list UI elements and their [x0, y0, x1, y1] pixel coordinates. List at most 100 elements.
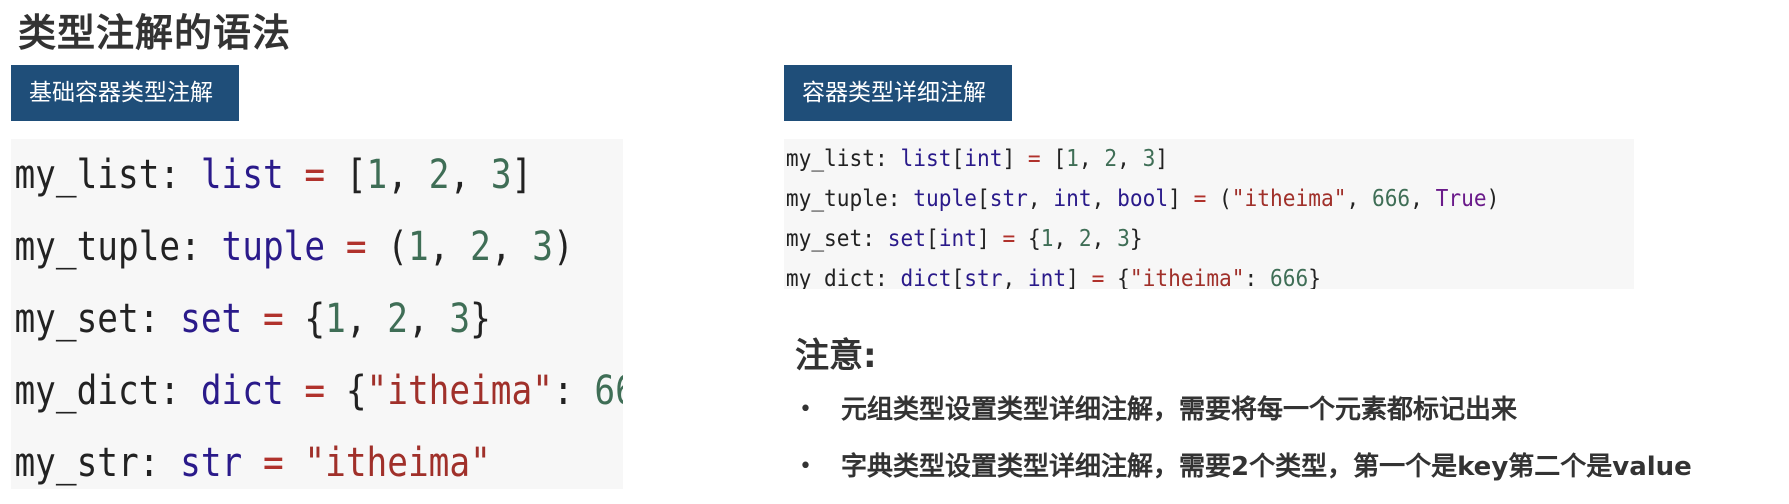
code-token: ) — [552, 224, 574, 270]
code-token: [ — [1053, 146, 1067, 172]
code-token: = — [1015, 146, 1054, 172]
code-token: my_dict — [785, 266, 876, 289]
code-token: my_list — [14, 152, 160, 198]
code-token: [ — [951, 146, 965, 172]
code-token: 2 — [470, 224, 491, 270]
detailed-container-annotation-label: 容器类型详细注解 — [784, 65, 1012, 121]
code-token: set — [887, 226, 926, 252]
code-token: , — [345, 296, 388, 342]
code-token: my_dict — [14, 368, 160, 414]
code-token: , — [1410, 186, 1436, 212]
code-token: , — [1053, 226, 1079, 252]
code-token: , — [1078, 146, 1105, 172]
code-token: ] — [1066, 266, 1079, 289]
code-token: , — [1027, 186, 1054, 212]
code-token: 1 — [366, 152, 388, 198]
code-line: my_tuple: tuple = (1, 2, 3) — [11, 211, 573, 283]
code-token: { — [345, 368, 367, 414]
code-token: = — [242, 440, 305, 486]
code-token: { — [1027, 226, 1041, 252]
code-token: list — [200, 152, 284, 198]
code-token: 3 — [449, 296, 471, 342]
code-token: } — [1129, 226, 1143, 252]
code-token: str — [989, 186, 1028, 212]
code-token: } — [1308, 266, 1321, 289]
code-token: : — [159, 152, 201, 198]
code-token: , — [387, 152, 429, 198]
code-token: bool — [1117, 186, 1169, 212]
code-token: my_tuple — [785, 186, 888, 212]
code-token: dict — [900, 266, 952, 289]
code-token: [ — [925, 226, 939, 252]
code-token: ) — [1486, 186, 1500, 212]
code-token: my_set — [785, 226, 863, 252]
code-token: = — [283, 368, 346, 414]
code-token: 2 — [1104, 146, 1118, 172]
code-token: = — [325, 224, 388, 270]
code-token: : — [180, 224, 222, 270]
code-token: [ — [976, 186, 990, 212]
note-item: • 字典类型设置类型详细注解，需要2个类型，第一个是key第二个是value — [795, 447, 1692, 504]
code-token: 2 — [387, 296, 408, 342]
code-token: : — [862, 226, 888, 252]
code-token: 3 — [490, 152, 512, 198]
code-token: 666 — [1270, 266, 1309, 289]
code-token: , — [490, 224, 533, 270]
code-token: 3 — [1142, 146, 1156, 172]
code-token: 1 — [407, 224, 429, 270]
code-line: my_set: set[int] = {1, 2, 3} — [784, 219, 1566, 259]
code-token: { — [1117, 266, 1130, 289]
code-token: , — [428, 224, 471, 270]
code-token: , — [449, 152, 491, 198]
code-token: list — [900, 146, 952, 172]
note-list: • 元组类型设置类型详细注解，需要将每一个元素都标记出来 • 字典类型设置类型详… — [795, 390, 1692, 504]
code-token: = — [1180, 186, 1220, 212]
code-token: : — [552, 368, 595, 414]
code-token: str — [180, 440, 243, 486]
code-token: "itheima" — [304, 440, 491, 486]
code-token: "itheima" — [366, 368, 553, 414]
code-token: [ — [345, 152, 367, 198]
bullet-icon: • — [799, 454, 812, 479]
code-token: = — [242, 296, 305, 342]
code-token: 3 — [532, 224, 553, 270]
code-token: : — [875, 266, 901, 289]
code-token: , — [1091, 186, 1118, 212]
code-token: ] — [1168, 186, 1181, 212]
code-token: int — [1053, 186, 1092, 212]
code-token: , — [1002, 266, 1028, 289]
code-token: = — [283, 152, 346, 198]
detailed-annotation-code-block: my_list: list[int] = [1, 2, 3] my_tuple: … — [784, 139, 1634, 289]
code-token: 3 — [1117, 226, 1130, 252]
code-token: ( — [387, 224, 408, 270]
code-token: , — [1091, 226, 1118, 252]
code-token: 1 — [1066, 146, 1079, 172]
code-token: [ — [951, 266, 965, 289]
code-line: my_list: list = [1, 2, 3] — [11, 139, 537, 211]
code-line: my_set: set = {1, 2, 3} — [11, 283, 537, 355]
code-token: { — [304, 296, 326, 342]
code-token: : — [875, 146, 901, 172]
code-token: my_tuple — [14, 224, 181, 270]
code-token: ] — [1002, 146, 1016, 172]
code-token: tuple — [913, 186, 977, 212]
code-token: set — [180, 296, 243, 342]
code-token: 1 — [325, 296, 346, 342]
code-token: , — [1117, 146, 1143, 172]
code-token: : — [1244, 266, 1271, 289]
code-token: : — [887, 186, 914, 212]
page-title: 类型注解的语法 — [18, 11, 292, 55]
note-item-text: 元组类型设置类型详细注解，需要将每一个元素都标记出来 — [841, 395, 1518, 425]
code-token: 666 — [594, 368, 623, 414]
code-token: True — [1435, 186, 1487, 212]
code-token: my_list — [785, 146, 876, 172]
code-token: 666 — [1371, 186, 1411, 212]
code-line: my_tuple: tuple[str, int, bool] = ("ithe… — [784, 179, 1566, 219]
code-token: dict — [200, 368, 284, 414]
code-line: my_str: str = "itheima" — [11, 427, 537, 489]
code-line: my_dict: dict = {"itheima": 666} — [11, 355, 623, 427]
code-token: : — [138, 440, 181, 486]
note-item-text: 字典类型设置类型详细注解，需要2个类型，第一个是key第二个是value — [841, 452, 1692, 482]
code-token: : — [138, 296, 181, 342]
code-token: int — [964, 146, 1003, 172]
